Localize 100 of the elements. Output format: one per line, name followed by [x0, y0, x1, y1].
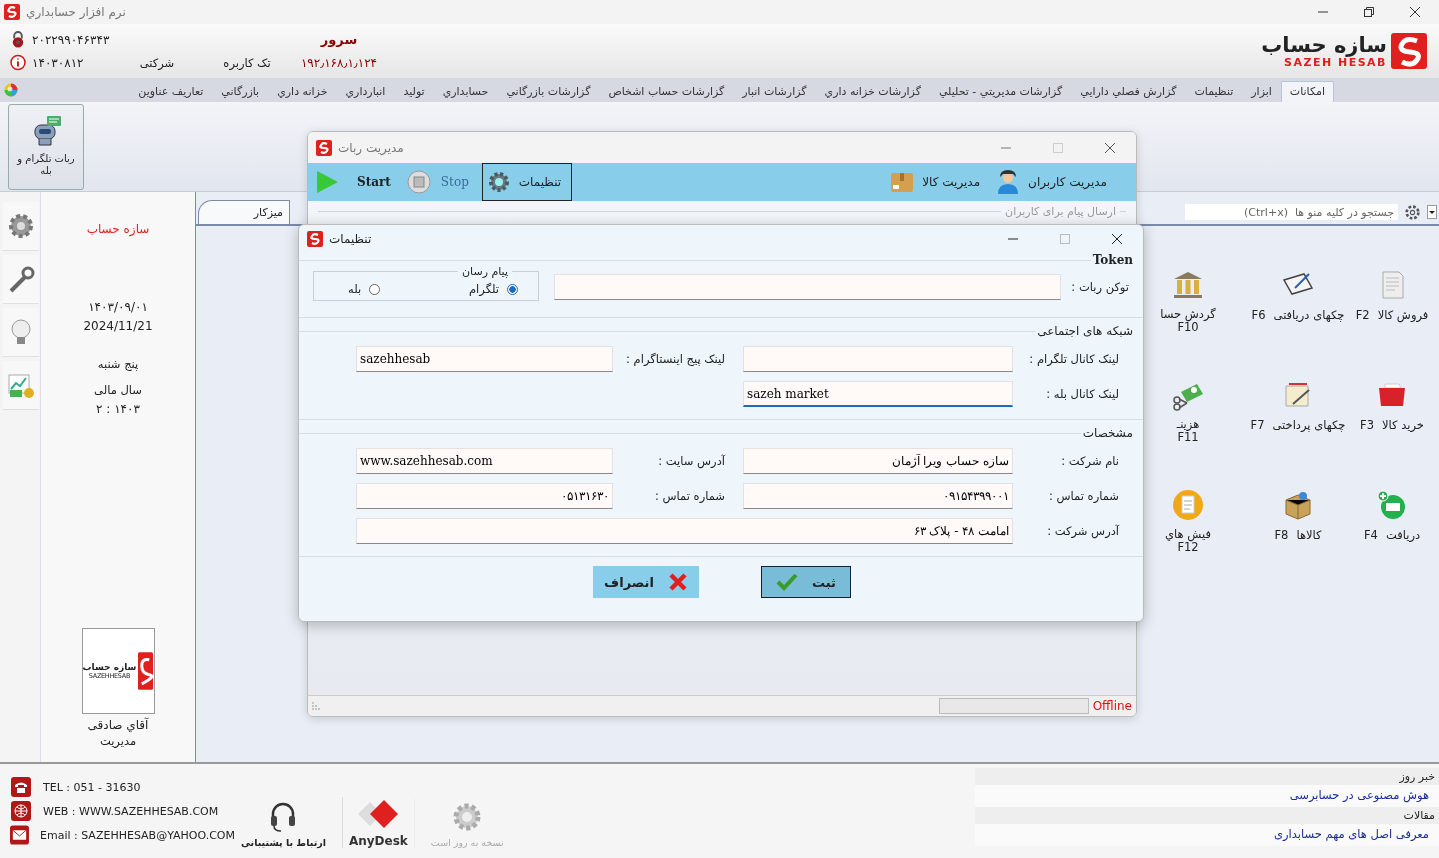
radio-option[interactable]: تلگرام — [468, 282, 518, 296]
field-label: شماره تماس : — [1048, 489, 1120, 503]
lock-icon — [10, 31, 26, 48]
app-logo-icon — [307, 231, 323, 247]
menu-tab[interactable]: انبارداري — [336, 81, 395, 102]
field-label: نام شرکت : — [1060, 454, 1120, 468]
company-name: سازه حساب — [86, 222, 150, 236]
news-link[interactable]: معرفی اصل های مهم حسابداری — [975, 824, 1439, 846]
text-field[interactable] — [743, 346, 1013, 372]
fiscal-year-label: سال مالی — [94, 383, 142, 397]
user-role: مدیریت — [99, 734, 137, 748]
contact-text: WEB : WWW.SAZEHHESAB.COM — [43, 804, 219, 818]
gear-icon[interactable] — [6, 211, 36, 241]
text-field[interactable]: سازه حساب ویرا آژمان — [743, 448, 1013, 474]
toolbar-button[interactable]: مدیریت کالا — [887, 163, 994, 201]
menu-tab[interactable]: خزانه داري — [268, 81, 337, 102]
settings-icon — [486, 170, 511, 194]
news-link[interactable]: هوش مصنوعی در حسابرسی — [975, 785, 1439, 807]
user-logo-name: سازه حساب — [82, 662, 137, 672]
toolbar-button[interactable]: Start — [312, 163, 404, 201]
menu-tab[interactable]: گزارشات حساب اشخاص — [599, 81, 734, 102]
footer-tool-button[interactable]: AnyDesk — [341, 797, 415, 848]
gregorian-date: 2024/11/21 — [83, 319, 153, 333]
weekday: پنج شنبه — [97, 357, 139, 371]
check-icon — [776, 573, 799, 591]
toolbar-button[interactable]: تنظیمات — [481, 163, 573, 201]
menu-tab[interactable]: حسابداري — [433, 81, 498, 102]
box-icon — [890, 170, 915, 194]
contact-text: TEL : 051 - 31630 — [43, 780, 141, 794]
search-field[interactable]: جستجو در کلیه منو ها (Ctrl+x) — [1185, 204, 1398, 220]
logo-icon — [1391, 33, 1427, 69]
text-field[interactable]: ۰۹۱۵۴۳۹۹۰۰۱ — [743, 483, 1013, 509]
menu-tab[interactable]: بازرگاني — [212, 81, 269, 102]
text-field[interactable]: sazeh market — [743, 381, 1013, 407]
play-icon — [315, 170, 339, 194]
server-label: سرور — [319, 32, 359, 47]
text-field[interactable]: www.sazehhesab.com — [356, 448, 613, 474]
section-title: Token — [1092, 253, 1133, 267]
field-label: لینک کانال بله : — [1045, 387, 1120, 401]
footer-tool-button[interactable]: ارتباط با پشتیبانی — [235, 800, 332, 848]
fiscal-year: ۲ : ۱۴۰۳ — [96, 402, 140, 416]
receipt-icon — [1171, 488, 1205, 522]
token-field[interactable] — [554, 274, 1062, 300]
user-mode: تک کاربره — [222, 55, 272, 70]
phone-icon — [10, 777, 32, 797]
close-icon[interactable] — [1409, 6, 1421, 18]
menu-tab[interactable]: توليد — [394, 81, 434, 102]
dropdown-icon[interactable] — [1427, 205, 1437, 219]
text-field[interactable]: sazehhesab — [356, 346, 613, 372]
save-button[interactable]: ثبت — [761, 566, 851, 598]
date-code: ۱۴۰۳۰۸۱۲ — [32, 55, 85, 70]
group-label: ارسال پیام برای کاربران — [1005, 205, 1116, 218]
info-icon — [10, 54, 26, 71]
menu-tab[interactable]: گزارشات خزانه داري — [815, 81, 930, 102]
color-wheel-icon[interactable] — [4, 83, 18, 97]
menu-tab[interactable]: امکانات — [1280, 81, 1334, 102]
field-label: شماره تماس : — [654, 489, 726, 503]
user-name: آقاي صادقی — [87, 718, 149, 732]
text-field[interactable]: امامت ۴۸ - پلاک ۶۳ — [356, 518, 1013, 544]
menu-tab[interactable]: گزارشات انبار — [733, 81, 816, 102]
robot-button[interactable]: ربات تلگرام و بله — [8, 104, 84, 190]
user-icon — [996, 170, 1021, 194]
serial-number: ۲۰۲۲۹۹۰۴۶۳۴۳ — [32, 32, 111, 47]
window-title: نرم افزار حسابداري — [26, 5, 126, 19]
menu-tab[interactable]: تنظیمات — [1185, 81, 1243, 102]
license-type: شرکتی — [138, 55, 176, 70]
field-label: لینک کانال تلگرام : — [1028, 352, 1120, 366]
field-label: آدرس شرکت : — [1046, 524, 1120, 538]
menu-tab[interactable]: گزارشات بازرگاني — [497, 81, 600, 102]
section-title: شبکه های اجتماعی — [1037, 324, 1133, 338]
menu-tab[interactable]: تعاريف عناوين — [129, 81, 213, 102]
resize-grip-icon — [312, 702, 320, 710]
contact-text: Email : SAZEHHESAB@YAHOO.COM — [39, 828, 235, 842]
menu-tab[interactable]: گزارش فصلي دارايي — [1071, 81, 1186, 102]
mail-icon — [10, 825, 29, 845]
field-label: آدرس سایت : — [657, 454, 726, 468]
app-logo-icon — [4, 4, 20, 20]
radio-option[interactable]: بله — [334, 282, 381, 296]
globe-icon — [10, 801, 32, 821]
window-title: مدیریت ربات — [338, 140, 404, 155]
persian-date: ۱۴۰۳/۰۹/۰۱ — [88, 300, 148, 314]
field-label: لینک پیج اینستاگرام : — [625, 352, 726, 366]
diamond-icon — [358, 797, 399, 831]
desk-tab[interactable]: میزکار — [198, 200, 290, 224]
cancel-button[interactable]: انصراف — [593, 566, 699, 598]
section-title: مشخصات — [1082, 426, 1133, 440]
news-heading: خبر روز — [975, 768, 1439, 785]
stop-icon — [406, 170, 431, 194]
close-icon[interactable] — [1104, 141, 1116, 154]
close-icon[interactable] — [1111, 233, 1123, 245]
dialog-title: تنظیمات — [329, 232, 372, 246]
menu-tab[interactable]: ابزار — [1242, 81, 1281, 102]
settings-icon[interactable] — [1404, 203, 1421, 221]
toolbar-button[interactable]: مدیریت کاربران — [993, 163, 1120, 201]
menu-tab[interactable]: گزارشات مديريتي - تحليلي — [929, 81, 1072, 102]
news-heading: مقالات — [975, 807, 1439, 824]
close-icon — [667, 572, 688, 592]
text-field[interactable]: ۰۵۱۳۱۶۳۰ — [356, 483, 613, 509]
server-ip: ۱۹۲٫۱۶۸٫۱٫۱۲۴ — [299, 55, 379, 70]
restore-icon[interactable] — [1363, 6, 1375, 18]
